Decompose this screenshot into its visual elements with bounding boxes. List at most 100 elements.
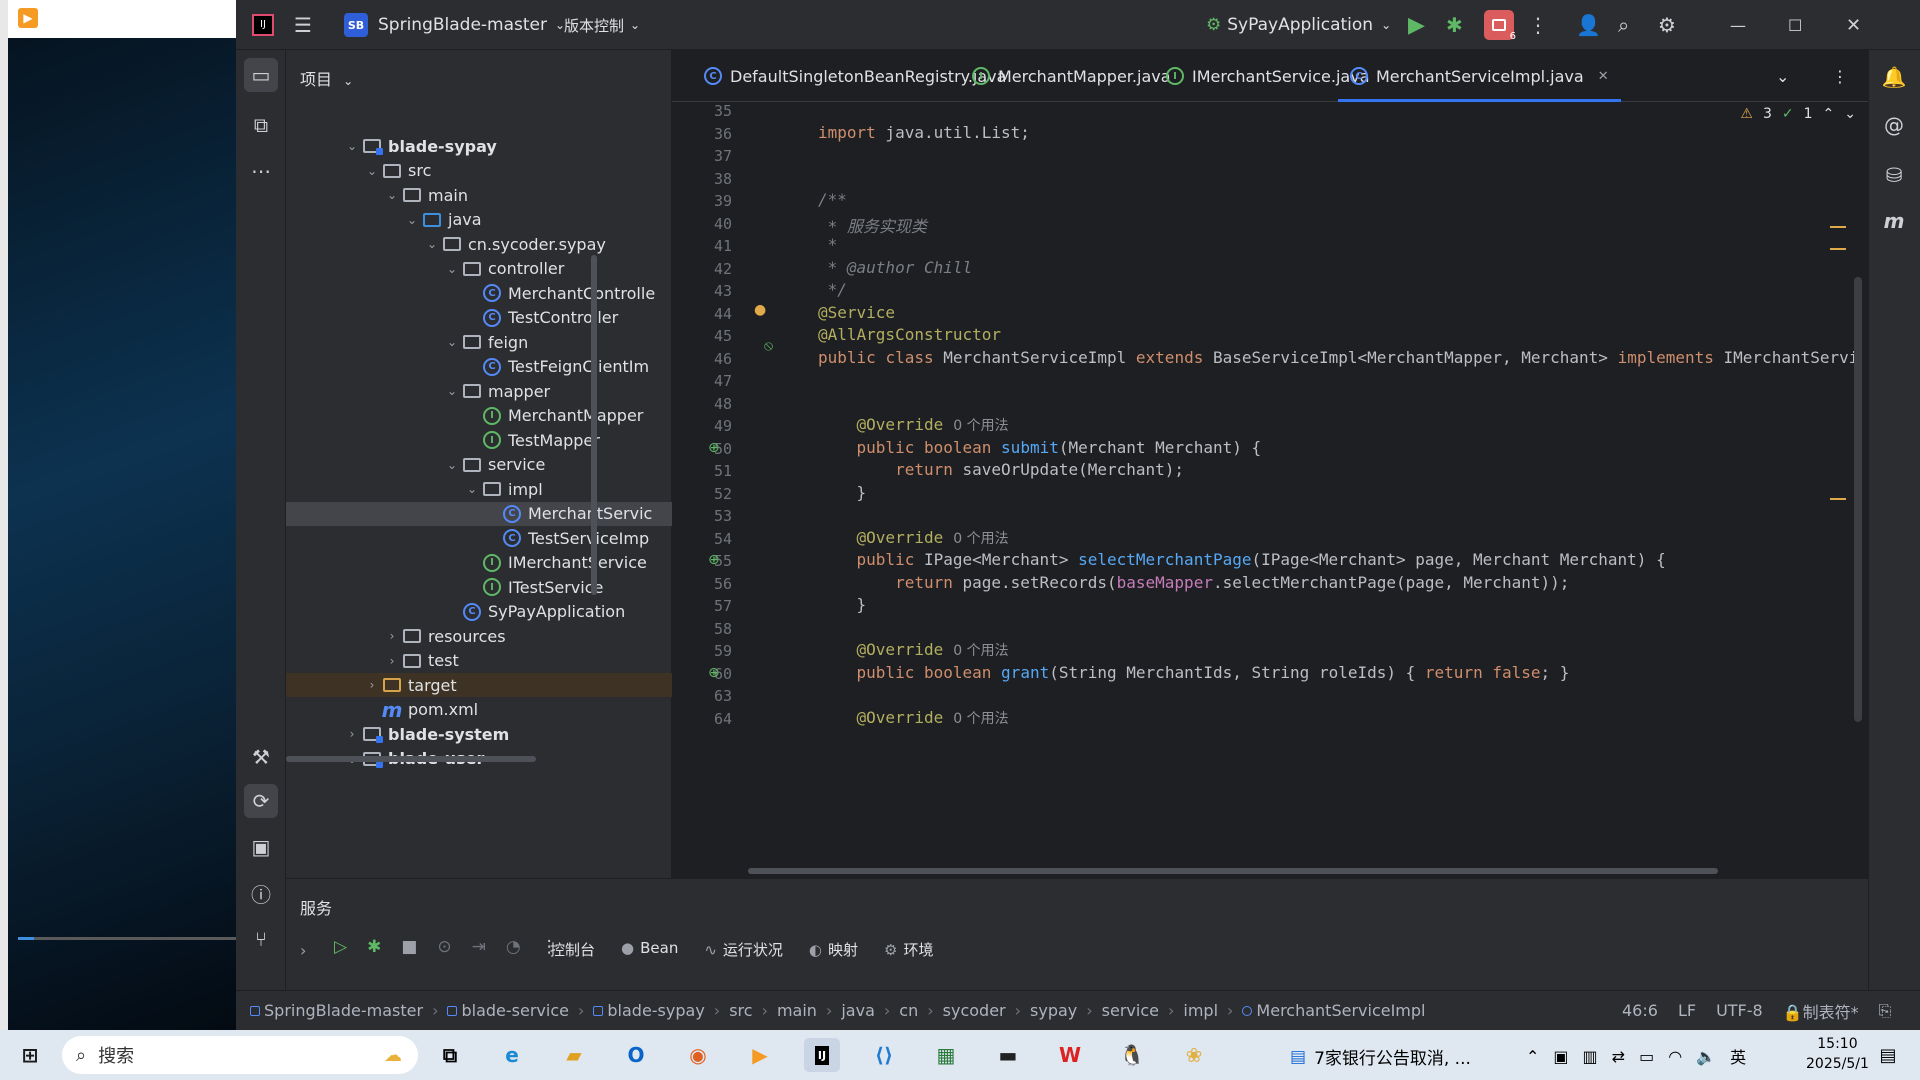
services-tool-icon[interactable]: ⟳ xyxy=(244,784,278,818)
code-line[interactable]: } xyxy=(818,595,867,614)
expand-arrow-icon[interactable]: › xyxy=(382,629,402,643)
media-player-icon[interactable]: ▶ xyxy=(742,1038,778,1072)
tree-vertical-scrollbar[interactable] xyxy=(591,255,597,595)
code-line[interactable]: @Override 0 个用法 xyxy=(818,415,1009,435)
tree-node[interactable]: I IMerchantService xyxy=(286,551,672,575)
code-line[interactable]: public boolean submit(Merchant Merchant)… xyxy=(818,438,1262,457)
qq-icon[interactable]: 🐧 xyxy=(1114,1038,1150,1072)
editor-vertical-scrollbar[interactable] xyxy=(1854,277,1862,722)
tree-node[interactable]: › resources xyxy=(286,624,672,648)
tree-node[interactable]: ⌄ src xyxy=(286,159,672,183)
dashboard-icon[interactable]: ◔ xyxy=(506,937,521,957)
clock[interactable]: 15:10 2025/5/1 xyxy=(1806,1034,1869,1074)
editor-tab[interactable]: C MerchantServiceImpl.java ✕ xyxy=(1338,50,1621,102)
volume-icon[interactable]: 🔈 xyxy=(1696,1047,1716,1066)
tree-node[interactable]: ⌄ mapper xyxy=(286,379,672,403)
tree-node[interactable]: ⌄ service xyxy=(286,453,672,477)
expand-arrow-icon[interactable]: › xyxy=(342,727,362,741)
terminal-icon[interactable]: ▬ xyxy=(990,1038,1026,1072)
tray-sync-icon[interactable]: ⇄ xyxy=(1612,1047,1625,1066)
minimize-icon[interactable]: — xyxy=(1730,0,1746,50)
spreadsheet-icon[interactable]: ▦ xyxy=(928,1038,964,1072)
code-line[interactable]: import java.util.List; xyxy=(818,123,1030,142)
taskbar-search[interactable]: ⌕ 搜索 ☁ xyxy=(62,1036,418,1074)
breadcrumb-item[interactable]: blade-service xyxy=(447,1001,569,1020)
tray-app-icon[interactable]: ▣ xyxy=(1553,1047,1568,1066)
breadcrumb-item[interactable]: SpringBlade-master xyxy=(250,1001,423,1020)
code-line[interactable]: @AllArgsConstructor xyxy=(818,325,1001,344)
notifications-bell-icon[interactable]: 🔔 xyxy=(1877,60,1911,94)
implements-gutter-icon[interactable]: ⊕ xyxy=(708,665,720,681)
wifi-icon[interactable]: ◠ xyxy=(1668,1047,1682,1066)
notification-center-icon[interactable]: ▤ xyxy=(1870,1038,1906,1072)
build-tool-icon[interactable]: ⚒ xyxy=(244,740,278,774)
tray-meter-icon[interactable]: ▥ xyxy=(1583,1047,1598,1066)
more-tools-icon[interactable]: ⋯ xyxy=(244,154,278,188)
tree-node[interactable]: C TestServiceImp xyxy=(286,526,672,550)
line-separator[interactable]: LF xyxy=(1678,1001,1696,1020)
usage-hint[interactable]: 0 个用法 xyxy=(953,711,1008,727)
expand-arrow-icon[interactable]: ⌄ xyxy=(442,335,462,349)
expand-arrow-icon[interactable]: ⌄ xyxy=(402,213,422,227)
expand-arrow-icon[interactable]: ⌄ xyxy=(362,164,382,178)
code-line[interactable]: @Override 0 个用法 xyxy=(818,708,1009,728)
tree-node[interactable]: C MerchantControlle xyxy=(286,281,672,305)
tree-node[interactable]: ⌄ blade-sypay xyxy=(286,134,672,158)
code-line[interactable]: @Override 0 个用法 xyxy=(818,640,1009,660)
expand-arrow-icon[interactable]: › xyxy=(300,941,306,960)
breadcrumb-item[interactable]: sycoder xyxy=(943,1001,1006,1020)
implements-gutter-icon[interactable]: ⊕ xyxy=(708,440,720,456)
deploy-icon[interactable]: ⇥ xyxy=(472,937,486,957)
usage-hint[interactable]: 0 个用法 xyxy=(953,418,1008,434)
expand-arrow-icon[interactable]: ⌄ xyxy=(442,262,462,276)
tree-node[interactable]: C TestFeignClientIm xyxy=(286,355,672,379)
tree-node[interactable]: I TestMapper xyxy=(286,428,672,452)
close-icon[interactable]: ✕ xyxy=(1846,0,1861,50)
tree-node[interactable]: ⌄ cn.sycoder.sypay xyxy=(286,232,672,256)
code-line[interactable]: public class MerchantServiceImpl extends… xyxy=(818,348,1858,367)
breadcrumb-item[interactable]: sypay xyxy=(1030,1001,1077,1020)
firefox-icon[interactable]: ◉ xyxy=(680,1038,716,1072)
expand-arrow-icon[interactable]: › xyxy=(382,654,402,668)
services-tab[interactable]: ⚙ 环境 xyxy=(884,939,933,960)
news-widget[interactable]: ▤ 7家银行公告取消, ... xyxy=(1290,1044,1471,1070)
caret-position[interactable]: 46:6 xyxy=(1622,1001,1658,1020)
vscode-icon[interactable]: ⟨⟩ xyxy=(866,1038,902,1072)
tree-node[interactable]: I MerchantMapper xyxy=(286,404,672,428)
warning-marker[interactable] xyxy=(1830,226,1846,228)
editor-tab[interactable]: I MerchantMapper.java xyxy=(960,50,1183,102)
tree-node[interactable]: ⌄ feign xyxy=(286,330,672,354)
tree-node[interactable]: ⌄ main xyxy=(286,183,672,207)
windows-start-icon[interactable]: ⊞ xyxy=(12,1038,48,1072)
breadcrumb-item[interactable]: blade-sypay xyxy=(593,1001,705,1020)
tree-horizontal-scrollbar[interactable] xyxy=(286,756,536,762)
file-encoding[interactable]: UTF-8 xyxy=(1716,1001,1763,1020)
video-progress-bar[interactable] xyxy=(18,937,236,940)
vcs-menu[interactable]: 版本控制 ⌄ xyxy=(564,0,640,50)
breadcrumb-item[interactable]: MerchantServiceImpl xyxy=(1242,1001,1426,1020)
usage-hint[interactable]: 0 个用法 xyxy=(953,531,1008,547)
bean-gutter-icon[interactable]: ⦸ xyxy=(764,338,804,354)
code-line[interactable]: * xyxy=(818,235,838,254)
intellij-taskbar-icon[interactable]: IJ xyxy=(804,1038,840,1072)
settings-gear-icon[interactable]: ⚙ xyxy=(1658,0,1676,50)
code-line[interactable]: return saveOrUpdate(Merchant); xyxy=(818,460,1184,479)
snapshot-icon[interactable]: ⊙ xyxy=(437,937,451,957)
outlook-icon[interactable]: O xyxy=(618,1038,654,1072)
debug-icon[interactable]: ✱ xyxy=(367,937,381,957)
usage-hint[interactable]: 0 个用法 xyxy=(953,643,1008,659)
breadcrumb-item[interactable]: cn xyxy=(899,1001,918,1020)
file-explorer-icon[interactable]: ▰ xyxy=(556,1038,592,1072)
chevron-down-icon[interactable]: ⌄ xyxy=(1844,106,1856,122)
project-switcher[interactable]: SB SpringBlade-master ⌄ xyxy=(344,0,565,50)
breadcrumb-item[interactable]: impl xyxy=(1183,1001,1218,1020)
tree-node[interactable]: CMerchantServic xyxy=(286,501,672,526)
input-method[interactable]: 英 xyxy=(1730,1044,1746,1068)
read-only-toggle-icon[interactable]: ⎘ xyxy=(1879,1001,1892,1021)
code-line[interactable]: @Override 0 个用法 xyxy=(818,528,1009,548)
warning-marker[interactable] xyxy=(1830,498,1846,500)
close-tab-icon[interactable]: ✕ xyxy=(1598,69,1609,84)
terminal-tool-icon[interactable]: ▣ xyxy=(244,830,278,864)
ide-logo-icon[interactable]: IJ xyxy=(252,0,274,50)
add-user-icon[interactable]: 👤 xyxy=(1576,0,1601,50)
